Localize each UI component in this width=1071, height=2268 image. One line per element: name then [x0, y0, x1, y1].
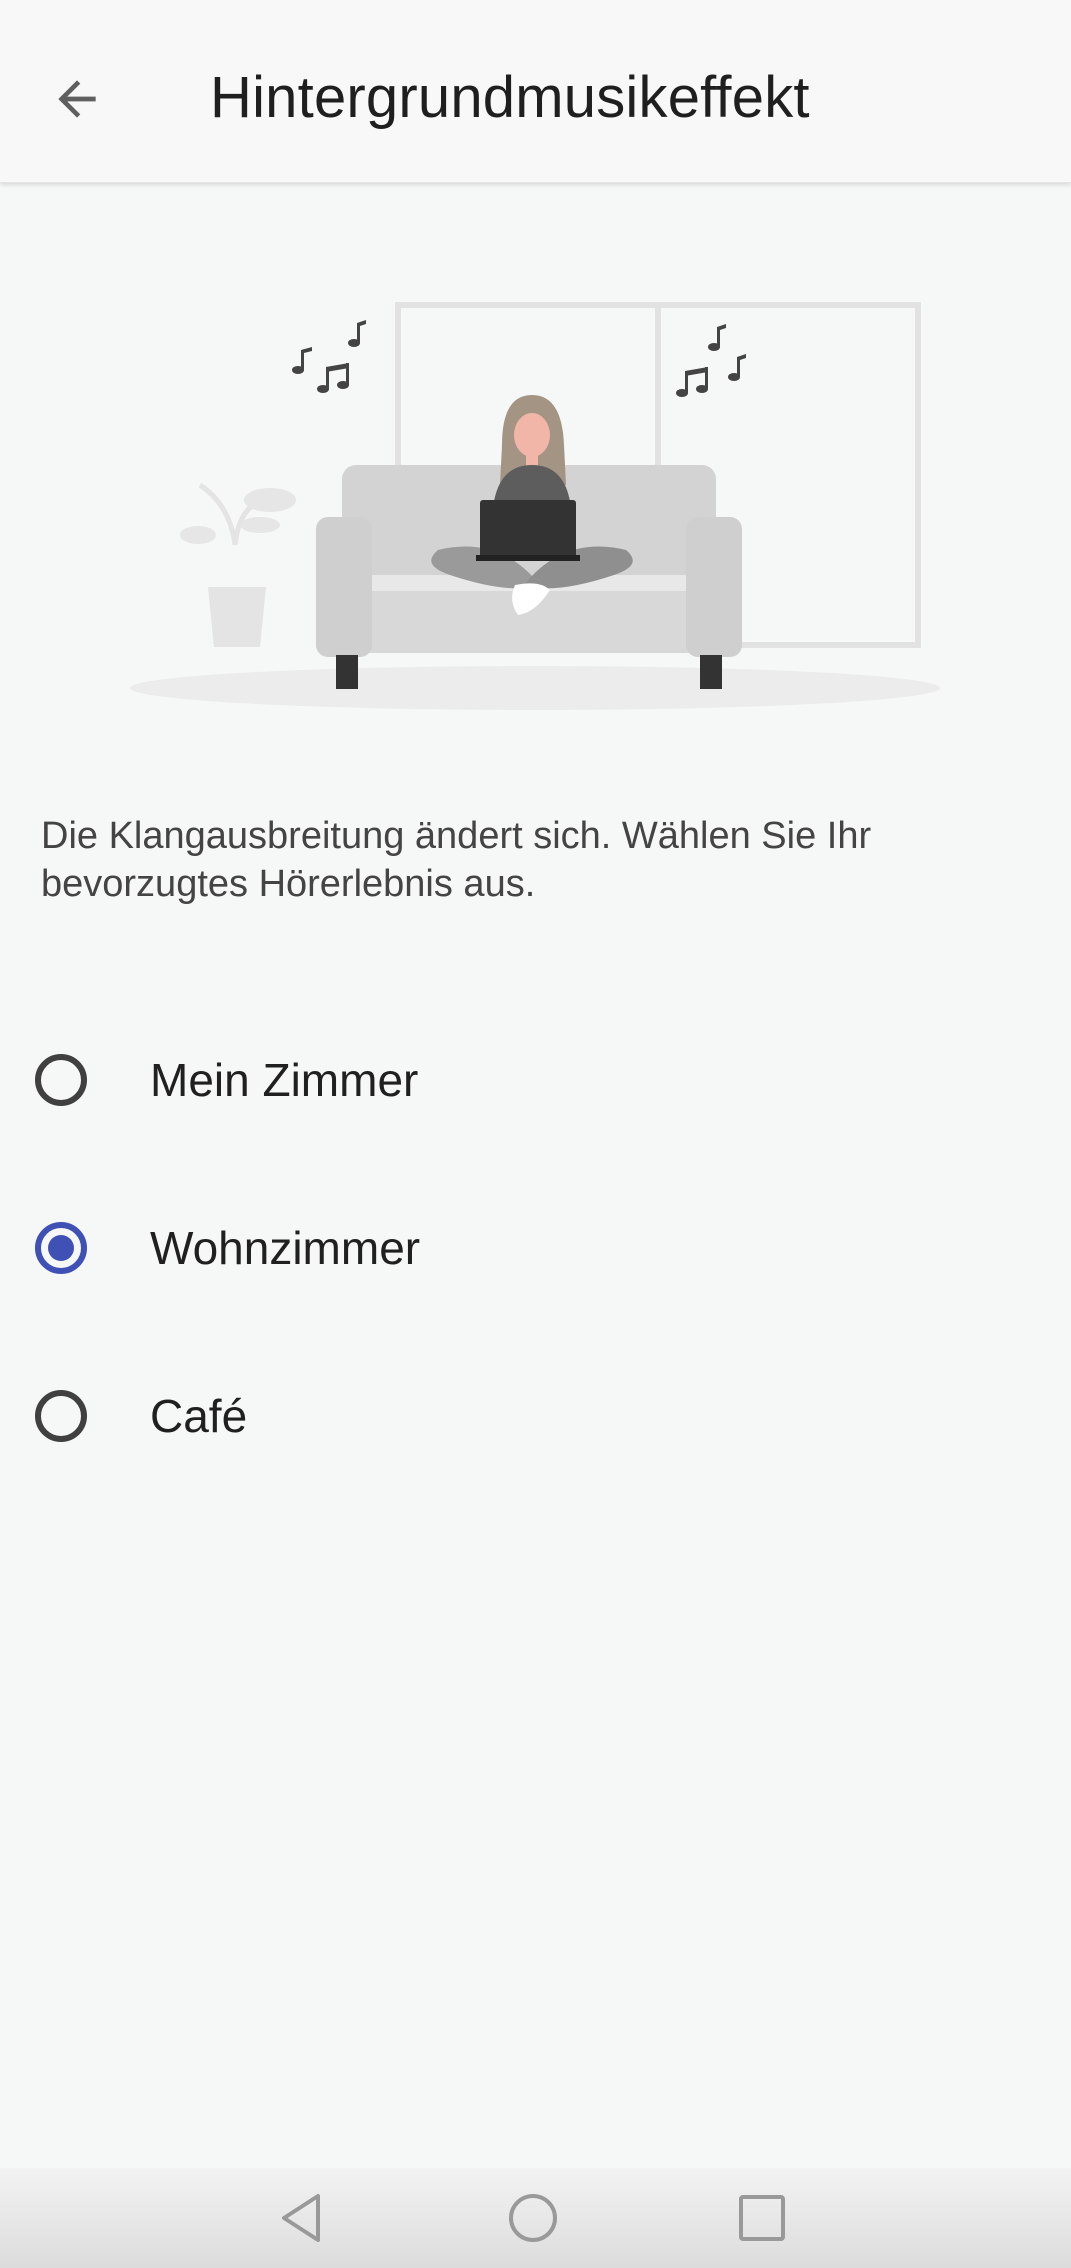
radio-button-checked[interactable]: [35, 1222, 87, 1274]
radio-button-unchecked[interactable]: [35, 1390, 87, 1442]
description-text: Die Klangausbreitung ändert sich. Wählen…: [41, 815, 872, 905]
nav-home-button[interactable]: [495, 2180, 571, 2256]
arrow-back-icon: [58, 80, 96, 118]
music-notes-left-icon: [292, 320, 366, 393]
radio-button-unchecked[interactable]: [35, 1054, 87, 1106]
nav-recents-button[interactable]: [724, 2180, 800, 2256]
page-title: Hintergrundmusikeffekt: [210, 65, 810, 130]
square-recents-icon: [739, 2195, 785, 2241]
system-navigation-bar: [0, 2168, 1071, 2268]
option-label: Mein Zimmer: [150, 1054, 419, 1106]
radio-dot: [48, 1235, 74, 1261]
circle-home-icon: [509, 2194, 557, 2242]
app-bar: Hintergrundmusikeffekt: [0, 0, 1071, 183]
option-label: Wohnzimmer: [150, 1222, 421, 1274]
triangle-back-icon: [282, 2194, 320, 2242]
option-cafe[interactable]: Café: [0, 1341, 1071, 1491]
music-notes-right-icon: [676, 324, 746, 397]
option-label: Café: [150, 1390, 248, 1442]
nav-back-button[interactable]: [264, 2180, 340, 2256]
plant-icon: [180, 482, 296, 647]
option-wohnzimmer[interactable]: Wohnzimmer: [0, 1173, 1071, 1323]
room-illustration: [120, 295, 950, 715]
person-on-sofa-illustration: [130, 302, 940, 710]
option-mein-zimmer[interactable]: Mein Zimmer: [0, 1005, 1071, 1155]
back-button[interactable]: [36, 58, 118, 140]
